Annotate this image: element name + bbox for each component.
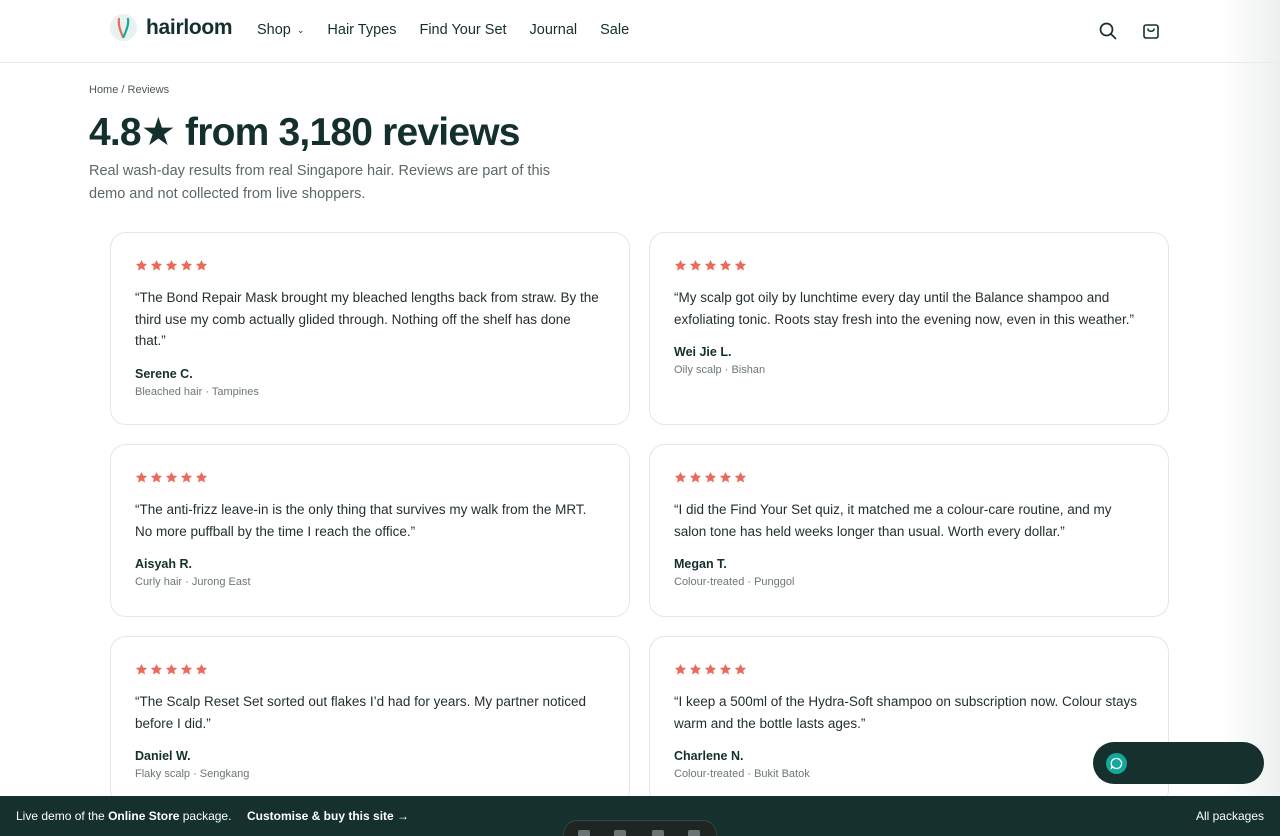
- review-quote: “The Bond Repair Mask brought my bleache…: [135, 290, 599, 348]
- all-packages-link[interactable]: All packages: [1196, 809, 1264, 823]
- review-quote: “The anti-frizz leave-in is the only thi…: [135, 502, 587, 539]
- nav-sale[interactable]: Sale: [600, 22, 629, 38]
- review-card: “The Scalp Reset Set sorted out flakes I…: [110, 636, 630, 806]
- demo-text-suffix: package.: [179, 809, 232, 823]
- star-icon: [150, 663, 163, 675]
- nav-hair-types[interactable]: Hair Types: [327, 22, 396, 38]
- reviewer-name: Aisyah R.: [135, 557, 192, 571]
- nav-find-your-set[interactable]: Find Your Set: [419, 22, 506, 38]
- star-icon: [180, 471, 193, 483]
- star-icon: [674, 259, 687, 271]
- reviewer-name: Wei Jie L.: [674, 345, 732, 359]
- rating-stars: [674, 663, 1144, 679]
- star-icon: [165, 259, 178, 271]
- reviewer-meta: Oily scalp · Bishan: [674, 364, 766, 376]
- star-icon: [734, 663, 747, 675]
- review-card: “I keep a 500ml of the Hydra-Soft shampo…: [649, 636, 1169, 806]
- review-card: “I did the Find Your Set quiz, it matche…: [649, 444, 1169, 617]
- dock-item-icon[interactable]: [614, 830, 626, 836]
- dock-item-icon[interactable]: [652, 830, 664, 836]
- star-icon: [135, 471, 148, 483]
- review-card: “The Bond Repair Mask brought my bleache…: [110, 232, 630, 425]
- breadcrumb[interactable]: Home / Reviews: [89, 84, 169, 96]
- star-icon: [195, 471, 208, 483]
- star-icon: [689, 471, 702, 483]
- star-icon: [195, 259, 208, 271]
- reviewer-meta: Bleached hair · Tampines: [135, 385, 259, 398]
- reviewer-name: Megan T.: [674, 557, 727, 571]
- star-icon: [150, 471, 163, 483]
- star-icon: [734, 259, 747, 271]
- star-icon: [135, 663, 148, 675]
- star-icon: [689, 259, 702, 271]
- star-icon: [704, 259, 717, 271]
- reviewer-meta: Colour-treated · Bukit Batok: [674, 768, 810, 780]
- search-icon[interactable]: [1098, 21, 1118, 41]
- star-icon: [719, 663, 732, 675]
- nav-journal[interactable]: Journal: [530, 22, 578, 38]
- reviewer-name: Serene C.: [135, 366, 193, 381]
- reviewer-meta: Flaky scalp · Sengkang: [135, 768, 250, 780]
- reviewer-meta: Colour-treated · Punggol: [674, 576, 795, 588]
- star-icon: [719, 259, 732, 271]
- star-icon: [195, 663, 208, 675]
- star-icon: [689, 663, 702, 675]
- star-icon: [150, 259, 163, 271]
- review-card: “My scalp got oily by lunchtime every da…: [649, 232, 1169, 425]
- review-quote: “My scalp got oily by lunchtime every da…: [674, 290, 1135, 327]
- brand-logo[interactable]: hairloom: [110, 14, 233, 41]
- reviewer-meta: Curly hair · Jurong East: [135, 576, 251, 588]
- review-card: “The anti-frizz leave-in is the only thi…: [110, 444, 630, 617]
- dock-item-icon[interactable]: [688, 830, 700, 836]
- star-icon: [165, 663, 178, 675]
- review-quote: “I did the Find Your Set quiz, it matche…: [674, 502, 1112, 539]
- review-quote: “The Scalp Reset Set sorted out flakes I…: [135, 694, 586, 731]
- reviewer-name: Charlene N.: [674, 749, 744, 763]
- star-icon: [165, 471, 178, 483]
- logo-mark-icon: [110, 14, 137, 41]
- star-icon: [704, 471, 717, 483]
- edge-shadow: [1220, 0, 1280, 796]
- rating-stars: [135, 471, 605, 487]
- rating-stars: [674, 259, 1144, 275]
- chevron-down-icon: ⌄: [296, 24, 305, 35]
- chat-icon: [1106, 753, 1127, 774]
- nav-shop[interactable]: Shop ⌄: [257, 22, 304, 38]
- star-icon: [719, 471, 732, 483]
- dock-item-icon[interactable]: [578, 830, 590, 836]
- demo-text-prefix: Live demo of the: [16, 809, 109, 823]
- demo-text-package: Online Store: [108, 809, 180, 823]
- star-icon: [180, 663, 193, 675]
- star-icon: [704, 663, 717, 675]
- rating-stars: [135, 259, 605, 275]
- page-title: 4.8★ from 3,180 reviews: [89, 111, 520, 154]
- chat-widget-button[interactable]: [1093, 742, 1264, 784]
- demo-bar-text: Live demo of the Online Store package.: [16, 809, 231, 823]
- star-icon: [180, 259, 193, 271]
- customise-buy-link[interactable]: Customise & buy this site →: [247, 809, 409, 823]
- cart-icon[interactable]: [1141, 21, 1161, 41]
- brand-name: hairloom: [146, 15, 233, 39]
- site-header: hairloom Shop ⌄ Hair Types Find Your Set…: [0, 0, 1280, 63]
- star-icon: [135, 259, 148, 271]
- main-nav: Shop ⌄ Hair Types Find Your Set Journal …: [257, 22, 652, 38]
- star-icon: [674, 663, 687, 675]
- rating-stars: [135, 663, 605, 679]
- page-subtitle: Real wash-day results from real Singapor…: [89, 163, 550, 202]
- rating-stars: [674, 471, 1144, 487]
- review-quote: “I keep a 500ml of the Hydra-Soft shampo…: [674, 694, 1137, 731]
- floating-dock[interactable]: [563, 820, 717, 836]
- reviewer-name: Daniel W.: [135, 749, 191, 763]
- star-icon: [674, 471, 687, 483]
- star-icon: [734, 471, 747, 483]
- nav-shop-label: Shop: [257, 22, 291, 38]
